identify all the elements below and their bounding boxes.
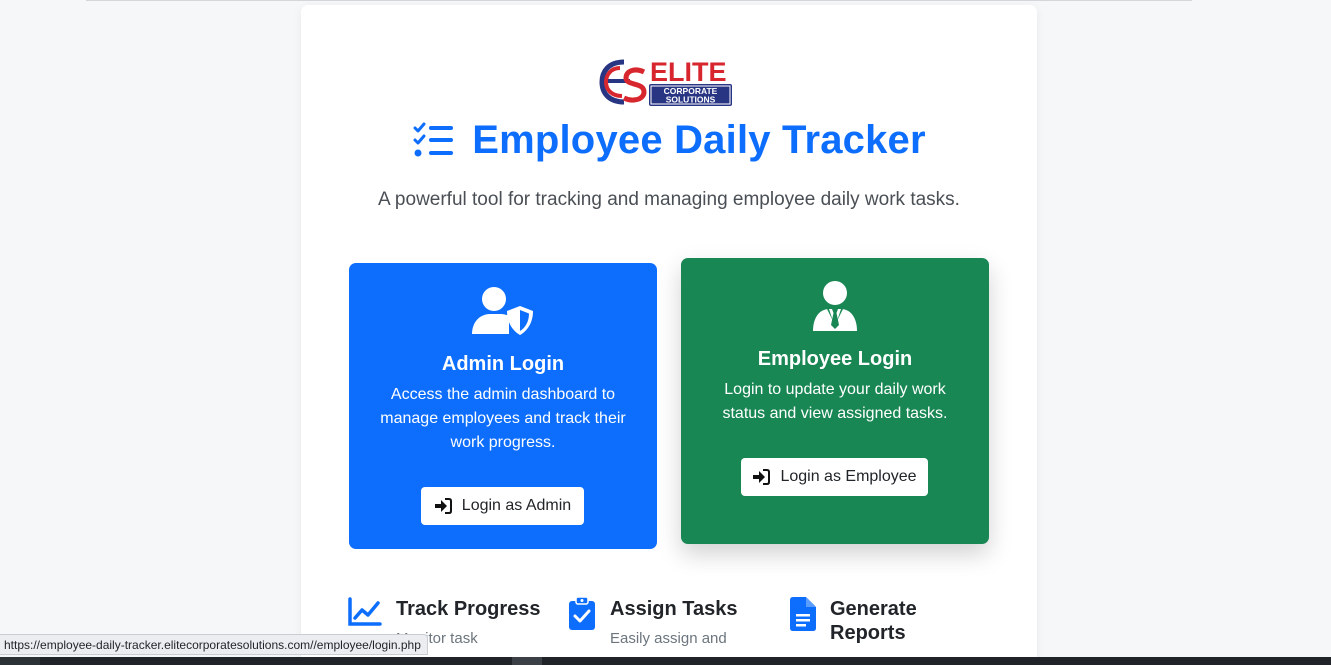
list-check-icon xyxy=(412,122,454,158)
page-subtitle: A powerful tool for tracking and managin… xyxy=(378,189,960,210)
user-shield-icon xyxy=(349,286,657,336)
logo-text: ELITE xyxy=(650,57,727,87)
page-title: Employee Daily Tracker xyxy=(472,117,926,162)
employee-login-card: Employee Login Login to update your dail… xyxy=(681,258,989,544)
hero-header: Employee Daily Tracker xyxy=(301,112,1037,168)
sign-in-icon xyxy=(434,498,452,514)
employee-login-title: Employee Login xyxy=(757,348,913,370)
feature-text: Easily assign and xyxy=(610,630,727,647)
logo-subtext-solutions: SOLUTIONS xyxy=(666,95,716,105)
admin-login-card: Admin Login Access the admin dashboard t… xyxy=(349,263,657,549)
file-report-icon xyxy=(790,597,816,645)
feature-title: Track Progress xyxy=(396,598,541,620)
taskbar xyxy=(0,657,1331,665)
login-as-employee-button[interactable]: Login as Employee xyxy=(741,458,928,496)
feature-generate-reports: Generate Reports xyxy=(790,597,990,645)
admin-login-description: Access the admin dashboard to manage emp… xyxy=(380,386,626,451)
sign-in-icon xyxy=(752,469,771,485)
employee-login-description: Login to update your daily work status a… xyxy=(722,381,948,422)
admin-login-title: Admin Login xyxy=(441,353,565,375)
feature-title: Generate Reports xyxy=(830,598,917,644)
feature-assign-tasks: Assign Tasks Easily assign and xyxy=(568,596,768,649)
browser-top-border xyxy=(86,0,1192,1)
clipboard-check-icon xyxy=(568,596,596,649)
browser-status-url: https://employee-daily-tracker.elitecorp… xyxy=(0,634,428,655)
feature-title: Assign Tasks xyxy=(610,598,738,620)
login-as-admin-label: Login as Admin xyxy=(461,497,572,514)
login-as-admin-button[interactable]: Login as Admin xyxy=(421,487,584,525)
user-tie-icon xyxy=(681,281,989,331)
login-as-employee-label: Login as Employee xyxy=(780,468,917,485)
company-logo: ELITE CORPORATE SOLUTIONS xyxy=(594,54,737,110)
